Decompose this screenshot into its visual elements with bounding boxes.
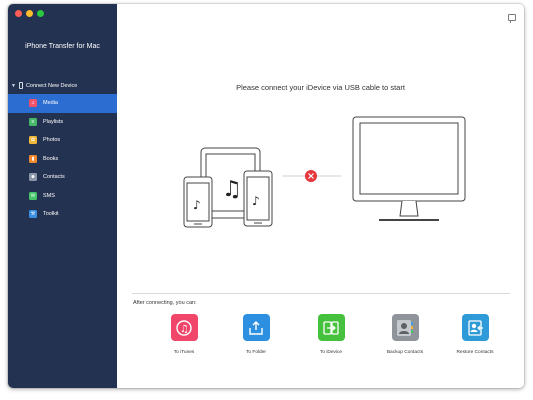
computer-monitor-icon — [352, 116, 466, 221]
sidebar-item-label: Books — [43, 155, 59, 162]
connection-illustration: ♫ ♪ ♪ — [183, 116, 466, 228]
svg-text:♫: ♫ — [180, 324, 189, 335]
to-folder-button[interactable]: To Folder — [226, 314, 286, 355]
media-icon: ♫ — [29, 99, 37, 108]
minimize-window-button[interactable] — [26, 10, 33, 17]
music-note-icon: ♪ — [252, 194, 260, 208]
iphone-icon — [18, 82, 23, 89]
window-controls — [15, 10, 44, 17]
action-label: Backup Contacts — [386, 350, 424, 355]
action-label: Restore Contacts — [456, 350, 494, 355]
sidebar-item-photos[interactable]: ✿ Photos — [8, 131, 117, 150]
sms-icon: ✉ — [29, 191, 37, 200]
zoom-window-button[interactable] — [37, 10, 44, 17]
device-transfer-icon — [317, 314, 345, 341]
music-note-icon: ♪ — [193, 198, 201, 212]
action-label: To Folder — [246, 350, 266, 355]
sidebar-item-label: SMS — [43, 192, 55, 199]
device-header[interactable]: ▼ Connect New Device — [11, 82, 77, 89]
sidebar-item-sms[interactable]: ✉ SMS — [8, 187, 117, 206]
after-connecting-label: After connecting, you can: — [133, 300, 197, 306]
app-title: iPhone Transfer for Mac — [25, 43, 100, 50]
main-panel: Please connect your iDevice via USB cabl… — [117, 4, 524, 388]
folder-export-icon — [242, 314, 270, 341]
books-icon: ▮ — [29, 154, 37, 163]
contacts-icon: ☻ — [29, 173, 37, 182]
action-bar: ♫ To iTunes To Folder To iDevice Backup … — [117, 314, 524, 364]
backup-contacts-button[interactable]: Backup Contacts — [375, 314, 435, 355]
disconnected-cable — [282, 170, 341, 182]
photos-icon: ✿ — [29, 136, 37, 145]
sidebar-item-books[interactable]: ▮ Books — [8, 150, 117, 169]
sidebar-item-label: Media — [43, 100, 58, 107]
caret-down-icon: ▼ — [11, 82, 16, 89]
to-idevice-button[interactable]: To iDevice — [301, 314, 361, 355]
sidebar-item-playlists[interactable]: ≡ Playlists — [8, 113, 117, 132]
sidebar-item-toolkit[interactable]: ⚒ Toolkit — [8, 205, 117, 224]
backup-contacts-icon — [391, 314, 419, 341]
itunes-icon: ♫ — [170, 314, 198, 341]
sidebar: iPhone Transfer for Mac ▼ Connect New De… — [8, 4, 117, 388]
action-label: To iDevice — [319, 350, 343, 355]
music-note-icon: ♫ — [222, 177, 242, 202]
sidebar-nav: ♫ Media ≡ Playlists ✿ Photos ▮ Books ☻ C… — [8, 94, 117, 224]
sidebar-item-label: Playlists — [43, 118, 64, 125]
toolkit-icon: ⚒ — [29, 210, 37, 219]
sidebar-item-media[interactable]: ♫ Media — [8, 94, 117, 113]
sidebar-item-label: Photos — [43, 137, 61, 144]
restore-contacts-icon — [461, 314, 489, 341]
restore-contacts-button[interactable]: Restore Contacts — [445, 314, 505, 355]
app-window: iPhone Transfer for Mac ▼ Connect New De… — [8, 4, 524, 388]
sidebar-item-label: Toolkit — [43, 211, 59, 218]
sidebar-item-contacts[interactable]: ☻ Contacts — [8, 168, 117, 187]
playlist-icon: ≡ — [29, 117, 37, 126]
section-divider — [132, 293, 510, 294]
to-itunes-button[interactable]: ♫ To iTunes — [154, 314, 214, 355]
sidebar-item-label: Contacts — [43, 174, 65, 181]
close-window-button[interactable] — [15, 10, 22, 17]
action-label: To iTunes — [173, 350, 195, 355]
device-header-label: Connect New Device — [25, 82, 78, 89]
